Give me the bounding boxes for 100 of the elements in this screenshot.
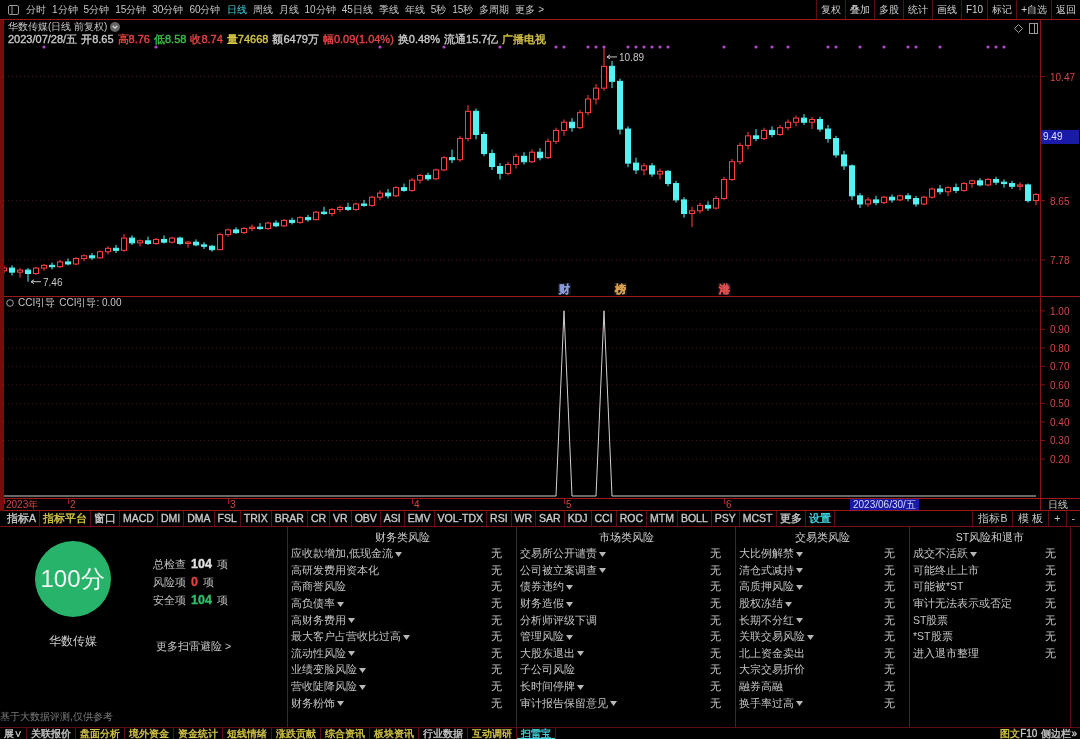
- risk-item-label[interactable]: 营收陡降风险: [291, 680, 357, 695]
- toolbar-button[interactable]: 画线: [932, 0, 961, 19]
- risk-item-label[interactable]: 流动性风险: [291, 646, 346, 661]
- period-tab[interactable]: 日线: [225, 2, 248, 17]
- bottom-tab[interactable]: 短线情绪: [223, 728, 271, 739]
- toolbar-button[interactable]: 统计: [903, 0, 932, 19]
- indicator-tab[interactable]: CCI: [591, 511, 616, 526]
- indicator-tab[interactable]: ASI: [380, 511, 404, 526]
- period-tab[interactable]: 30分钟: [151, 2, 185, 17]
- risk-item-label[interactable]: 交易所公开谴责: [520, 547, 597, 562]
- event-badge[interactable]: 财: [557, 283, 571, 295]
- indicator-tab[interactable]: ROC: [616, 511, 646, 526]
- risk-item-label[interactable]: 成交不活跃: [913, 547, 968, 562]
- risk-item-label[interactable]: 高财务费用: [291, 613, 346, 628]
- bottom-link[interactable]: 侧边栏»: [1041, 728, 1077, 739]
- indicator-tab[interactable]: CR: [307, 511, 330, 526]
- dropdown-caret-icon[interactable]: [337, 701, 344, 707]
- indicator-tab[interactable]: SAR: [536, 511, 564, 526]
- indicator-tab[interactable]: DMI: [157, 511, 184, 526]
- dropdown-caret-icon[interactable]: [970, 551, 977, 557]
- indicator-tab[interactable]: BRAR: [271, 511, 307, 526]
- bottom-tab[interactable]: 涨跌贡献: [272, 728, 320, 739]
- risk-item-label[interactable]: 长期不分红: [739, 613, 794, 628]
- risk-item-label[interactable]: 管理风险: [520, 630, 564, 645]
- dropdown-caret-icon[interactable]: [610, 701, 617, 707]
- chevron-down-icon[interactable]: [110, 22, 121, 32]
- risk-item-label[interactable]: 关联交易风险: [739, 630, 805, 645]
- indicator-tab[interactable]: PSY: [711, 511, 739, 526]
- toolbar-button[interactable]: F10: [961, 0, 988, 19]
- period-tab[interactable]: 多周期: [478, 2, 511, 17]
- toolbar-button[interactable]: 返回: [1052, 0, 1080, 19]
- indicator-tab[interactable]: VR: [330, 511, 351, 526]
- indicator-tab[interactable]: MACD: [120, 511, 157, 526]
- more-scan-link[interactable]: 更多扫雷避险 >: [156, 639, 232, 653]
- indicator-tab[interactable]: 窗口: [91, 511, 119, 526]
- indicator-tab[interactable]: TRIX: [240, 511, 271, 526]
- indicator-tab[interactable]: -: [1066, 511, 1080, 526]
- period-tab[interactable]: 15分钟: [114, 2, 148, 17]
- risk-item-label[interactable]: 审计报告保留意见: [520, 696, 608, 711]
- dropdown-caret-icon[interactable]: [599, 568, 606, 574]
- indicator-tab[interactable]: +: [1049, 511, 1066, 526]
- risk-item-label[interactable]: 公司被立案调查: [520, 563, 597, 578]
- bottom-tab[interactable]: 板块资讯: [370, 728, 418, 739]
- dropdown-caret-icon[interactable]: [599, 551, 606, 557]
- indicator-tab[interactable]: VOL-TDX: [434, 511, 487, 526]
- indicator-tab[interactable]: FSL: [214, 511, 240, 526]
- bottom-link[interactable]: F10: [1020, 728, 1038, 739]
- indicator-tab[interactable]: EMV: [404, 511, 434, 526]
- indicator-tab[interactable]: 设置: [805, 511, 834, 526]
- dropdown-caret-icon[interactable]: [577, 651, 584, 657]
- risk-item-label[interactable]: 高负债率: [291, 597, 335, 612]
- risk-item-label[interactable]: 股权冻结: [739, 597, 783, 612]
- indicator-tab[interactable]: MCST: [739, 511, 776, 526]
- period-tab[interactable]: 5分钟: [82, 2, 111, 17]
- indicator-tab[interactable]: 模 板: [1013, 511, 1049, 526]
- indicator-tab[interactable]: 指标B: [973, 511, 1013, 526]
- risk-item-label[interactable]: 应收款增加,低现金流: [291, 547, 393, 562]
- bottom-tab[interactable]: 扫雷宝: [517, 728, 555, 739]
- dropdown-caret-icon[interactable]: [566, 601, 573, 607]
- diamond-icon[interactable]: [1014, 24, 1023, 33]
- dropdown-caret-icon[interactable]: [566, 634, 573, 640]
- dropdown-caret-icon[interactable]: [577, 684, 584, 690]
- period-tab[interactable]: 10分钟: [303, 2, 337, 17]
- bottom-tab[interactable]: 关联报价: [27, 728, 75, 739]
- indicator-tab[interactable]: BOLL: [677, 511, 711, 526]
- period-tab[interactable]: 年线: [403, 2, 426, 17]
- risk-item-label[interactable]: 业绩变脸风险: [291, 663, 357, 678]
- indicator-tab[interactable]: WR: [511, 511, 536, 526]
- panel-icon[interactable]: [8, 4, 19, 15]
- risk-item-label[interactable]: 债券违约: [520, 580, 564, 595]
- toolbar-button[interactable]: +自选: [1017, 0, 1051, 19]
- indicator-tab[interactable]: RSI: [487, 511, 511, 526]
- dropdown-caret-icon[interactable]: [807, 634, 814, 640]
- toolbar-button[interactable]: 叠加: [845, 0, 874, 19]
- bottom-tab[interactable]: 境外资金: [125, 728, 173, 739]
- toolbar-button[interactable]: 标记: [988, 0, 1017, 19]
- bottom-tab[interactable]: 资金统计: [174, 728, 222, 739]
- event-badge[interactable]: 港: [717, 283, 731, 295]
- dropdown-caret-icon[interactable]: [359, 667, 366, 673]
- circle-icon[interactable]: [6, 299, 14, 307]
- toolbar-button[interactable]: 多股: [874, 0, 903, 19]
- indicator-tab[interactable]: KDJ: [564, 511, 591, 526]
- risk-item-label[interactable]: 换手率过高: [739, 696, 794, 711]
- risk-item-label[interactable]: 大股东退出: [520, 646, 575, 661]
- bottom-tab[interactable]: 盘面分析: [76, 728, 124, 739]
- dropdown-caret-icon[interactable]: [394, 551, 402, 557]
- bottom-tab[interactable]: 展∨: [0, 728, 26, 739]
- dropdown-caret-icon[interactable]: [566, 585, 573, 590]
- dropdown-caret-icon[interactable]: [403, 634, 410, 640]
- risk-item-label[interactable]: 大比例解禁: [739, 547, 794, 562]
- indicator-tab[interactable]: 更多: [776, 511, 805, 526]
- risk-item-label[interactable]: 长时间停牌: [520, 680, 575, 695]
- indicator-tab[interactable]: OBV: [351, 511, 380, 526]
- risk-item-label[interactable]: 高质押风险: [739, 580, 794, 595]
- event-badge[interactable]: 榜: [613, 283, 627, 295]
- dropdown-caret-icon[interactable]: [785, 601, 792, 607]
- indicator-tab[interactable]: MTM: [646, 511, 677, 526]
- dropdown-caret-icon[interactable]: [359, 684, 366, 690]
- period-tab[interactable]: 45日线: [340, 2, 374, 17]
- indicator-tab[interactable]: 指标A: [4, 511, 39, 526]
